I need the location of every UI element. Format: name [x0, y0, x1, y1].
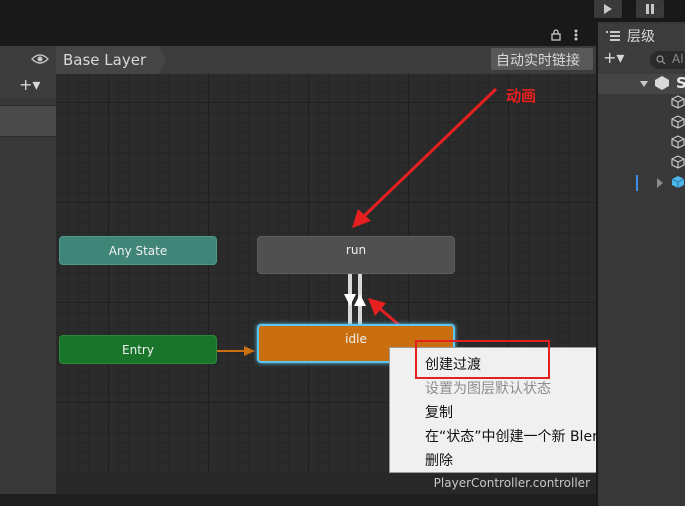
idle-label: idle — [345, 332, 367, 346]
annotation-arrow-run — [352, 87, 498, 228]
entry-label: Entry — [122, 342, 154, 357]
hierarchy-tab-label: 层级 — [627, 29, 655, 45]
hierarchy-add-button[interactable]: +▾ — [603, 48, 624, 67]
hierarchy-search-input[interactable]: Al — [650, 51, 685, 69]
entry-node[interactable]: Entry — [59, 335, 217, 364]
selection-marker — [636, 175, 638, 191]
any-state-node[interactable]: Any State — [59, 236, 217, 265]
bottom-strip — [0, 494, 596, 506]
menu-item-copy[interactable]: 复制 — [425, 402, 453, 422]
gameobject-cube-icon[interactable] — [671, 135, 685, 149]
any-state-label: Any State — [108, 243, 168, 258]
menu-item-set-default-state: 设置为图层默认状态 — [425, 381, 551, 397]
transition-run-idle[interactable] — [344, 274, 366, 324]
transition-entry-idle — [217, 346, 255, 356]
annotation-label: 动画 — [506, 87, 537, 105]
expand-down-icon[interactable] — [640, 80, 648, 88]
gameobject-cube-icon[interactable] — [671, 95, 685, 109]
run-state-node[interactable]: run — [257, 236, 455, 274]
gameobject-cube-icon[interactable] — [671, 155, 685, 169]
search-icon — [656, 55, 666, 65]
menu-item-delete[interactable]: 删除 — [425, 450, 453, 470]
scene-name: S — [676, 74, 685, 92]
hierarchy-search-text: Al — [672, 52, 684, 66]
unity-scene-icon — [655, 76, 669, 90]
gameobject-cube-icon[interactable] — [671, 115, 685, 129]
list-icon — [606, 31, 620, 41]
expand-right-icon[interactable] — [656, 178, 664, 188]
annotation-highlight-box — [415, 340, 550, 379]
controller-path: PlayerController.controller — [433, 476, 590, 490]
run-label: run — [345, 243, 367, 257]
prefab-cube-icon[interactable] — [671, 175, 685, 189]
